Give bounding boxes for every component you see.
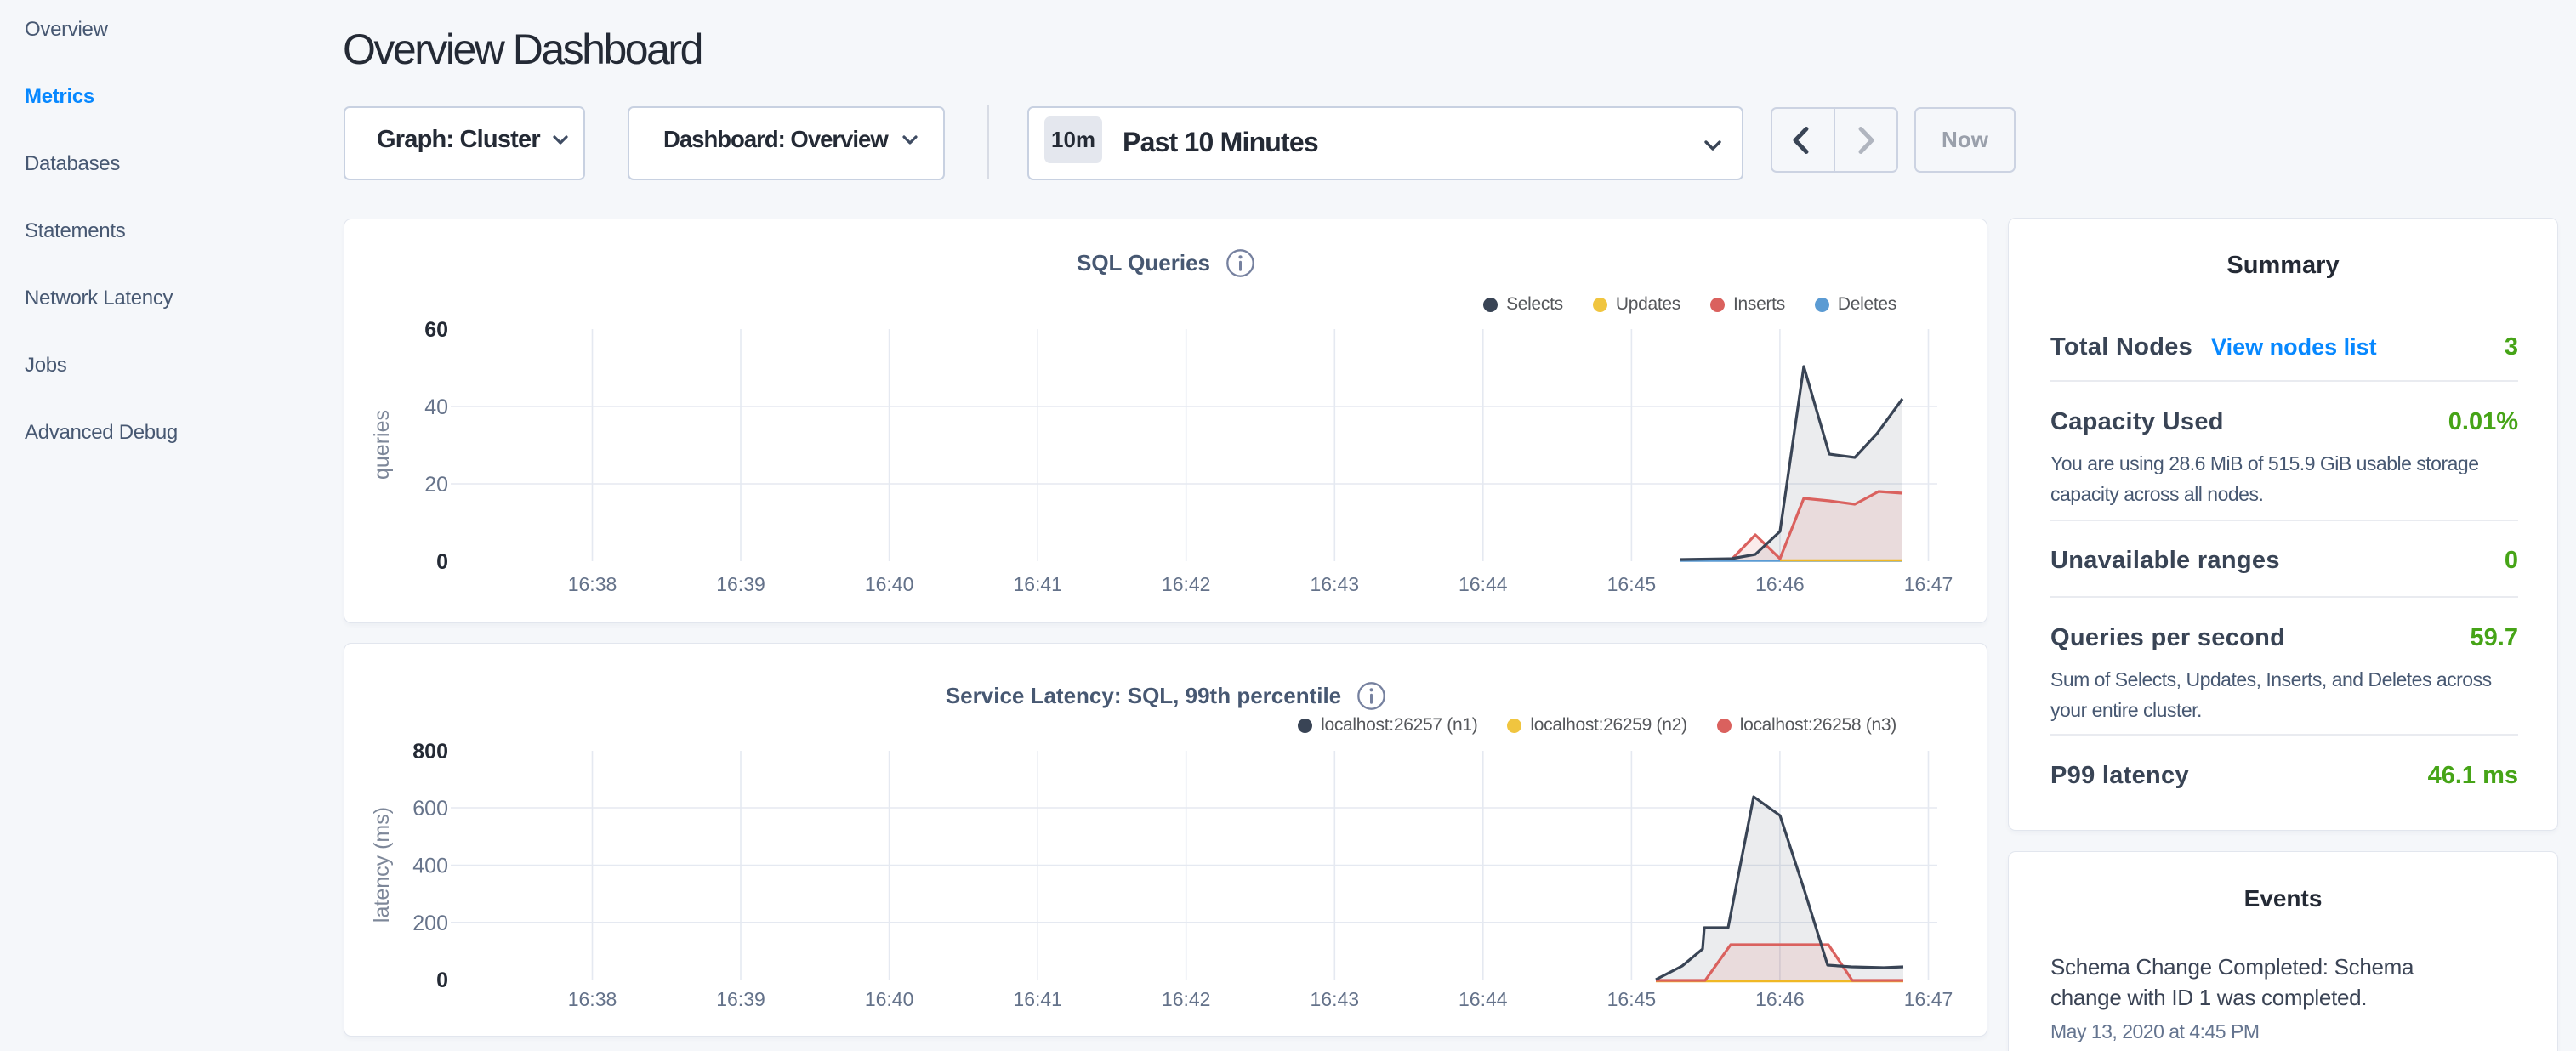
svg-text:16:45: 16:45 <box>1607 988 1657 1010</box>
svg-text:16:47: 16:47 <box>1904 573 1953 595</box>
svg-text:16:46: 16:46 <box>1755 988 1805 1010</box>
svg-text:20: 20 <box>424 473 448 497</box>
svg-text:16:40: 16:40 <box>865 573 914 595</box>
svg-text:16:41: 16:41 <box>1013 988 1062 1010</box>
svg-text:40: 40 <box>424 395 448 419</box>
svg-text:16:44: 16:44 <box>1459 988 1508 1010</box>
svg-text:16:39: 16:39 <box>716 573 765 595</box>
svg-text:16:47: 16:47 <box>1904 988 1953 1010</box>
svg-text:200: 200 <box>412 912 448 935</box>
svg-text:16:42: 16:42 <box>1162 988 1211 1010</box>
svg-text:0: 0 <box>436 969 448 992</box>
svg-text:16:42: 16:42 <box>1162 573 1211 595</box>
svg-text:16:43: 16:43 <box>1311 573 1360 595</box>
svg-text:16:40: 16:40 <box>865 988 914 1010</box>
svg-text:16:38: 16:38 <box>568 988 617 1010</box>
svg-text:16:39: 16:39 <box>716 988 765 1010</box>
svg-text:latency (ms): latency (ms) <box>370 807 394 923</box>
svg-text:16:38: 16:38 <box>568 573 617 595</box>
svg-text:16:43: 16:43 <box>1311 988 1360 1010</box>
svg-text:0: 0 <box>436 550 448 574</box>
svg-text:16:46: 16:46 <box>1755 573 1805 595</box>
svg-text:400: 400 <box>412 855 448 878</box>
svg-text:600: 600 <box>412 797 448 821</box>
svg-text:16:41: 16:41 <box>1013 573 1062 595</box>
svg-text:16:44: 16:44 <box>1459 573 1508 595</box>
svg-text:16:45: 16:45 <box>1607 573 1657 595</box>
svg-text:800: 800 <box>412 740 448 764</box>
svg-text:queries: queries <box>370 410 394 480</box>
svg-text:60: 60 <box>424 318 448 342</box>
